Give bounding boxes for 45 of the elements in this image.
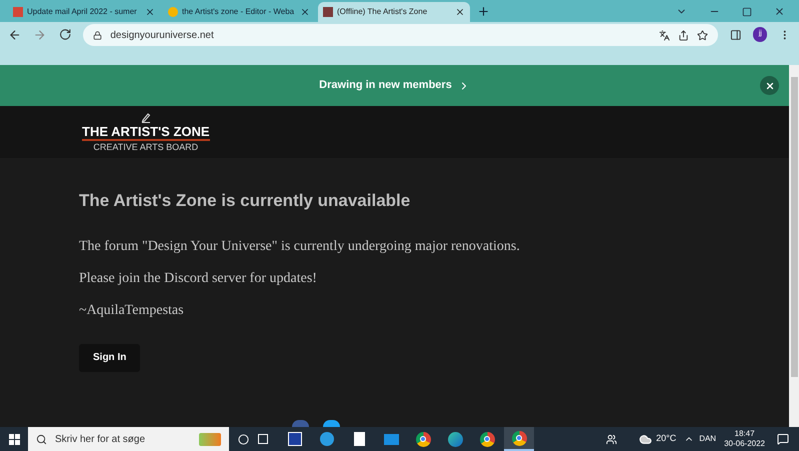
logo[interactable]: THE ARTIST'S ZONE CREATIVE ARTS BOARD <box>82 112 210 154</box>
favicon-icon <box>168 7 178 17</box>
bookmark-star-icon[interactable] <box>696 30 708 40</box>
browser-tab[interactable]: Update mail April 2022 - sumer <box>8 2 160 22</box>
facebook-icon[interactable] <box>292 420 309 427</box>
chrome-app-icon[interactable] <box>504 427 534 451</box>
notifications-icon[interactable] <box>777 433 789 445</box>
sign-in-button[interactable]: Sign In <box>79 344 140 372</box>
forward-icon[interactable] <box>33 28 47 42</box>
language-indicator[interactable]: DAN <box>699 433 716 445</box>
lock-icon <box>93 30 102 40</box>
people-icon[interactable] <box>606 434 618 444</box>
close-tab-icon[interactable] <box>145 7 155 17</box>
address-bar[interactable]: designyouruniverse.net <box>83 24 718 46</box>
close-tab-icon[interactable] <box>455 7 465 17</box>
page-heading: The Artist's Zone is currently unavailable <box>79 190 412 212</box>
translate-icon[interactable] <box>658 30 670 40</box>
task-view-icon[interactable] <box>258 434 268 444</box>
reload-icon[interactable] <box>58 28 72 41</box>
close-banner-button[interactable] <box>760 76 779 95</box>
clock[interactable]: 18:47 30-06-2022 <box>724 429 765 449</box>
scrollbar[interactable] <box>789 65 799 427</box>
message-text: The forum "Design Your Universe" is currently undergoing major renovations. <box>79 238 521 256</box>
share-icon[interactable] <box>678 30 689 40</box>
search-icon <box>36 434 47 444</box>
banner-link[interactable]: Drawing in new members <box>319 77 470 94</box>
new-tab-icon[interactable] <box>477 5 490 18</box>
message-text: ~AquilaTempestas <box>79 302 185 320</box>
browser-tab[interactable]: (Offline) The Artist's Zone <box>318 2 470 22</box>
taskbar-search-field[interactable]: Skriv her for at søge <box>28 427 229 451</box>
favicon-icon <box>323 7 333 17</box>
twitter-icon[interactable] <box>323 420 340 427</box>
side-panel-icon[interactable] <box>730 29 742 41</box>
maximize-icon[interactable] <box>742 6 752 16</box>
close-tab-icon[interactable] <box>300 7 310 17</box>
close-icon[interactable] <box>774 6 785 17</box>
favicon-icon <box>13 7 23 17</box>
close-icon <box>764 80 774 90</box>
browser-tab[interactable]: the Artist's zone - Editor - Weba <box>163 2 315 22</box>
cortana-icon[interactable] <box>238 434 249 444</box>
back-icon[interactable] <box>8 28 22 42</box>
message-text: Please join the Discord server for updates! <box>79 270 318 288</box>
cloud-weather-icon[interactable] <box>639 432 652 446</box>
temperature-text[interactable]: 20°C <box>656 432 676 446</box>
pen-icon <box>140 112 151 123</box>
